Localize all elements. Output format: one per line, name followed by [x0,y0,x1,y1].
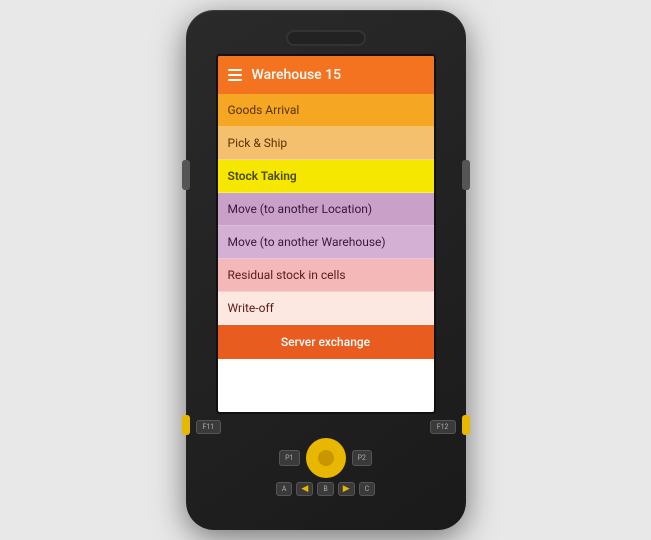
hamburger-icon[interactable] [228,69,242,81]
arrow-left[interactable]: ◀ [296,482,313,496]
key-a[interactable]: A [276,482,293,496]
fn-key-row: F11 F12 [196,420,456,434]
app-title: Warehouse 15 [252,67,342,83]
dpad-center [318,450,334,466]
alpha-key-row: A ◀ B ▶ C [276,482,375,496]
menu-item-stock-taking[interactable]: Stock Taking [218,160,434,193]
p1-button[interactable]: P1 [279,450,299,466]
nav-cluster: P1 P2 [279,438,372,478]
device-keypad: F11 F12 P1 P2 A ◀ B ▶ C [186,414,466,530]
side-button-right-yellow[interactable] [462,415,470,435]
device-top [186,10,466,50]
p2-button[interactable]: P2 [352,450,372,466]
scanner-bump [286,30,366,46]
menu-item-goods-arrival[interactable]: Goods Arrival [218,94,434,127]
key-b[interactable]: B [317,482,333,496]
side-button-left-yellow[interactable] [182,415,190,435]
handheld-device: Warehouse 15 Goods Arrival Pick & Ship S… [186,10,466,530]
f11-button[interactable]: F11 [196,420,222,434]
menu-item-move-location[interactable]: Move (to another Location) [218,193,434,226]
dpad[interactable] [306,438,346,478]
server-exchange-button[interactable]: Server exchange [218,325,434,359]
screen: Warehouse 15 Goods Arrival Pick & Ship S… [216,54,436,414]
menu-item-writeoff[interactable]: Write-off [218,292,434,325]
menu-item-pick-ship[interactable]: Pick & Ship [218,127,434,160]
f12-button[interactable]: F12 [430,420,456,434]
app-header: Warehouse 15 [218,56,434,94]
key-c[interactable]: C [359,482,376,496]
side-button-right[interactable] [462,160,470,190]
menu-item-move-warehouse[interactable]: Move (to another Warehouse) [218,226,434,259]
menu-item-residual[interactable]: Residual stock in cells [218,259,434,292]
arrow-right[interactable]: ▶ [338,482,355,496]
side-button-left[interactable] [182,160,190,190]
